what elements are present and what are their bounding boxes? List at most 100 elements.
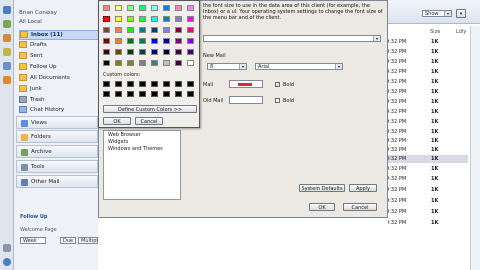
custom-color-swatch[interactable] xyxy=(175,81,182,87)
color-swatch[interactable] xyxy=(139,27,146,33)
table-row[interactable]: 1:09:32 PM 1K xyxy=(378,208,468,216)
folder-follow-up[interactable]: Follow Up xyxy=(19,63,99,71)
folder-chat-history[interactable]: Chat History xyxy=(19,106,99,114)
tree-item[interactable]: Widgets xyxy=(108,139,128,145)
color-swatch[interactable] xyxy=(139,38,146,44)
color-swatch[interactable] xyxy=(115,60,122,66)
table-row[interactable]: 1:09:32 PM 1K xyxy=(378,165,468,173)
custom-color-swatch[interactable] xyxy=(163,91,170,97)
account-name[interactable]: Brian Conway xyxy=(19,10,57,16)
table-row[interactable]: 1:09:32 PM 1K xyxy=(378,38,468,46)
new-mail-bold-checkbox[interactable]: ✓ xyxy=(275,82,280,87)
section-tools[interactable]: Tools xyxy=(16,160,98,173)
color-swatch[interactable] xyxy=(103,49,110,55)
account-local[interactable]: All Local xyxy=(19,19,42,25)
table-row[interactable]: 1:09:32 PM 1K xyxy=(378,146,468,154)
color-swatch[interactable] xyxy=(175,60,182,66)
color-swatch[interactable] xyxy=(187,16,194,22)
custom-color-swatch[interactable] xyxy=(139,81,146,87)
color-swatch[interactable] xyxy=(175,49,182,55)
chat-app-icon[interactable] xyxy=(3,62,11,70)
old-mail-color-button[interactable] xyxy=(229,96,263,104)
old-mail-bold-checkbox[interactable] xyxy=(275,98,280,103)
custom-color-swatch[interactable] xyxy=(151,91,158,97)
color-swatch[interactable] xyxy=(151,38,158,44)
custom-color-swatch[interactable] xyxy=(115,81,122,87)
follow-up-week-select[interactable]: Week xyxy=(20,237,46,244)
contacts-app-icon[interactable] xyxy=(3,20,11,28)
folder-drafts[interactable]: Drafts xyxy=(19,41,99,49)
settings-app-icon[interactable] xyxy=(3,244,11,252)
table-row[interactable]: 1:09:32 PM 1K xyxy=(378,108,468,116)
custom-color-swatch[interactable] xyxy=(187,91,194,97)
color-swatch[interactable] xyxy=(151,60,158,66)
custom-color-swatch[interactable] xyxy=(103,91,110,97)
color-swatch[interactable] xyxy=(187,5,194,11)
color-swatch[interactable] xyxy=(151,16,158,22)
color-swatch[interactable] xyxy=(163,49,170,55)
folder-junk[interactable]: Junk xyxy=(19,85,99,93)
font-target-select[interactable]: ▾ xyxy=(203,35,381,42)
section-folders[interactable]: Folders xyxy=(16,130,98,143)
mail-app-icon[interactable] xyxy=(3,6,11,14)
color-swatch[interactable] xyxy=(139,60,146,66)
table-row[interactable]: 1:09:32 PM 1K xyxy=(378,219,468,227)
define-custom-colors-button[interactable]: Define Custom Colors >> xyxy=(103,105,197,113)
color-swatch[interactable] xyxy=(163,60,170,66)
color-swatch[interactable] xyxy=(175,38,182,44)
section-archive[interactable]: Archive xyxy=(16,145,98,158)
custom-color-swatch[interactable] xyxy=(163,81,170,87)
color-swatch[interactable] xyxy=(103,16,110,22)
color-swatch[interactable] xyxy=(115,27,122,33)
custom-color-swatch[interactable] xyxy=(187,81,194,87)
tree-item[interactable]: Windows and Themes xyxy=(108,146,163,152)
color-swatch[interactable] xyxy=(127,60,134,66)
follow-up-title[interactable]: Follow Up xyxy=(20,214,48,220)
cancel-button[interactable]: Cancel xyxy=(343,203,377,211)
folder-inbox[interactable]: Inbox (11) xyxy=(19,30,101,40)
color-swatch[interactable] xyxy=(175,5,182,11)
folder-trash[interactable]: Trash xyxy=(19,96,99,104)
color-swatch[interactable] xyxy=(127,49,134,55)
tree-item[interactable]: Web Browser xyxy=(108,132,141,138)
new-mail-color-button[interactable] xyxy=(229,80,263,88)
color-swatch[interactable] xyxy=(163,16,170,22)
color-swatch[interactable] xyxy=(115,5,122,11)
calendar-app-icon[interactable] xyxy=(3,34,11,42)
table-row[interactable]: 1:09:32 PM 1K xyxy=(378,186,468,194)
color-swatch[interactable] xyxy=(139,49,146,55)
font-size-select[interactable]: 8 ▾ xyxy=(207,63,247,70)
folder-all-documents[interactable]: All Documents xyxy=(19,74,99,82)
info-app-icon[interactable] xyxy=(3,258,11,266)
color-swatch[interactable] xyxy=(115,38,122,44)
table-row[interactable]: 1:09:32 PM 1K xyxy=(378,118,468,126)
color-swatch[interactable] xyxy=(187,49,194,55)
color-swatch[interactable] xyxy=(187,60,194,66)
custom-color-swatch[interactable] xyxy=(103,81,110,87)
rss-app-icon[interactable] xyxy=(3,76,11,84)
message-list-scrollbar[interactable] xyxy=(470,26,480,270)
color-swatch[interactable] xyxy=(127,16,134,22)
color-swatch[interactable] xyxy=(187,38,194,44)
folder-sent[interactable]: Sent xyxy=(19,52,99,60)
table-row[interactable]: 1:09:32 PM 1K xyxy=(378,175,468,183)
color-swatch[interactable] xyxy=(103,60,110,66)
color-swatch[interactable] xyxy=(115,49,122,55)
color-swatch[interactable] xyxy=(127,38,134,44)
font-family-select[interactable]: Arial ▾ xyxy=(255,63,343,70)
color-swatch[interactable] xyxy=(139,16,146,22)
table-row[interactable]: 1:09:32 PM 1K xyxy=(378,197,468,205)
color-swatch[interactable] xyxy=(163,5,170,11)
table-row[interactable]: 1:09:32 PM 1K xyxy=(378,78,468,86)
color-swatch[interactable] xyxy=(127,27,134,33)
table-row[interactable]: 1:09:32 PM 1K xyxy=(378,98,468,106)
follow-up-due-select[interactable]: Due xyxy=(60,237,76,244)
table-row[interactable]: 1:09:32 PM 1K xyxy=(378,68,468,76)
table-row[interactable]: 1:09:32 PM 1K xyxy=(378,137,468,145)
color-swatch[interactable] xyxy=(139,5,146,11)
color-swatch[interactable] xyxy=(115,16,122,22)
color-swatch[interactable] xyxy=(187,27,194,33)
apply-button[interactable]: Apply xyxy=(349,184,377,192)
custom-color-swatch[interactable] xyxy=(151,81,158,87)
column-extra-header[interactable]: Ldiy xyxy=(456,29,466,35)
